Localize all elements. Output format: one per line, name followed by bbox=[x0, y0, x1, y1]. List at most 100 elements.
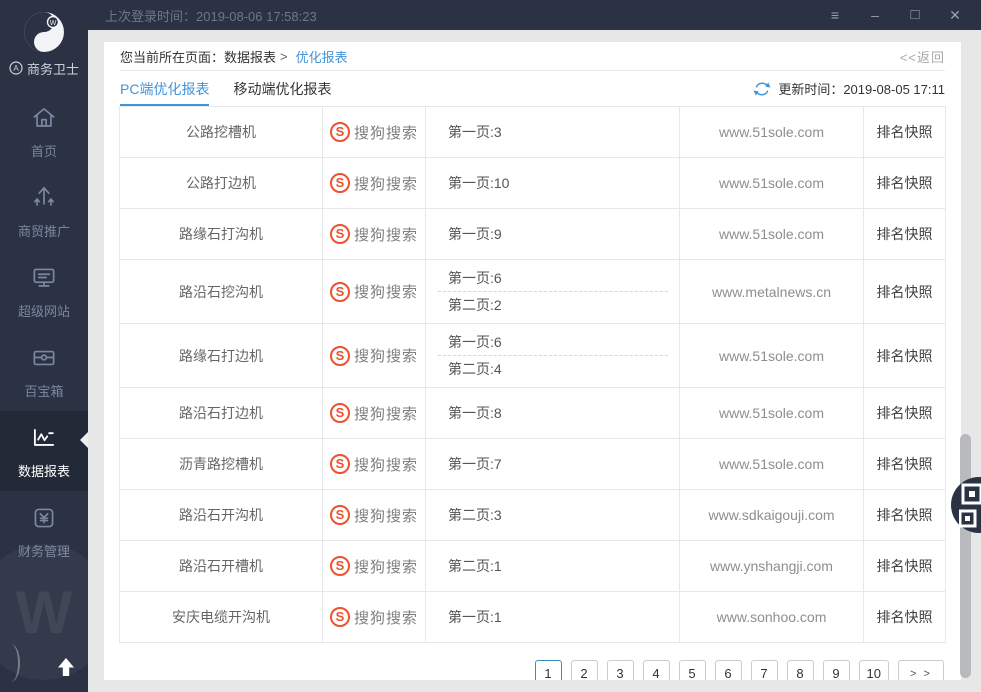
refresh-icon[interactable] bbox=[753, 80, 771, 98]
vertical-scrollbar[interactable] bbox=[960, 434, 971, 678]
snapshot-link[interactable]: 排名快照 bbox=[864, 490, 946, 541]
keyword-cell: 路沿石开沟机 bbox=[120, 490, 323, 541]
page-button-6[interactable]: 6 bbox=[715, 660, 742, 680]
snapshot-link[interactable]: 排名快照 bbox=[864, 158, 946, 209]
sidebar-item-home[interactable]: 首页 bbox=[0, 91, 88, 171]
breadcrumb-separator: > bbox=[280, 49, 288, 64]
page-button-10[interactable]: 10 bbox=[859, 660, 889, 680]
snapshot-link[interactable]: 排名快照 bbox=[864, 107, 946, 158]
update-time: 更新时间：2019-08-05 17:11 bbox=[778, 79, 945, 98]
menu-icon[interactable]: ≡ bbox=[815, 0, 855, 30]
page-button-8[interactable]: 8 bbox=[787, 660, 814, 680]
site-cell: www.51sole.com bbox=[680, 209, 864, 260]
engine-cell: S搜狗搜索 bbox=[323, 541, 426, 592]
snapshot-link[interactable]: 排名快照 bbox=[864, 388, 946, 439]
engine-cell: S搜狗搜索 bbox=[323, 388, 426, 439]
rank-cell: 第一页:6 第二页:2 bbox=[426, 260, 680, 324]
engine-label: 搜狗搜索 bbox=[354, 505, 418, 526]
rank-value: 第一页:9 bbox=[448, 224, 679, 244]
back-button[interactable]: <<返回 bbox=[900, 47, 945, 66]
table-row: 安庆电缆开沟机 S搜狗搜索 第一页:1 www.sonhoo.com 排名快照 bbox=[120, 592, 946, 643]
sogou-logo: S搜狗搜索 bbox=[330, 173, 418, 194]
qr-code-icon bbox=[959, 483, 981, 529]
page-button-3[interactable]: 3 bbox=[607, 660, 634, 680]
sidebar-item-website[interactable]: 超级网站 bbox=[0, 251, 88, 331]
pagination: 1 2 3 4 5 6 7 8 9 10 > > bbox=[535, 660, 944, 680]
sogou-logo: S搜狗搜索 bbox=[330, 556, 418, 577]
snapshot-link[interactable]: 排名快照 bbox=[864, 439, 946, 490]
sogou-icon: S bbox=[330, 403, 350, 423]
sogou-logo: S搜狗搜索 bbox=[330, 454, 418, 475]
sogou-logo: S搜狗搜索 bbox=[330, 607, 418, 628]
sidebar: W A 商务卫士 首页 bbox=[0, 0, 88, 692]
engine-cell: S搜狗搜索 bbox=[323, 158, 426, 209]
engine-cell: S搜狗搜索 bbox=[323, 439, 426, 490]
maximize-icon[interactable]: □ bbox=[895, 0, 935, 30]
svg-text:A: A bbox=[13, 64, 19, 73]
snapshot-link[interactable]: 排名快照 bbox=[864, 260, 946, 324]
sogou-icon: S bbox=[330, 224, 350, 244]
keyword-cell: 路沿石打边机 bbox=[120, 388, 323, 439]
report-chart-icon bbox=[29, 423, 59, 453]
keyword-cell: 路缘石打沟机 bbox=[120, 209, 323, 260]
rank-value: 第一页:7 bbox=[448, 454, 679, 474]
page-button-5[interactable]: 5 bbox=[679, 660, 706, 680]
breadcrumb-current[interactable]: 优化报表 bbox=[296, 47, 348, 66]
minimize-icon[interactable]: – bbox=[855, 0, 895, 30]
keyword-cell: 安庆电缆开沟机 bbox=[120, 592, 323, 643]
rank-value: 第一页:6 bbox=[448, 332, 679, 352]
rank-value: 第二页:1 bbox=[448, 556, 679, 576]
rank-cell: 第一页:9 bbox=[426, 209, 680, 260]
next-page-button[interactable]: > > bbox=[898, 660, 944, 680]
rank-value: 第一页:6 bbox=[448, 268, 679, 288]
snapshot-link[interactable]: 排名快照 bbox=[864, 324, 946, 388]
rank-cell: 第二页:3 bbox=[426, 490, 680, 541]
decorative-arc bbox=[2, 644, 20, 682]
finance-yuan-icon bbox=[29, 503, 59, 533]
sidebar-item-finance[interactable]: 财务管理 bbox=[0, 491, 88, 571]
table-row: 沥青路挖槽机 S搜狗搜索 第一页:7 www.51sole.com 排名快照 bbox=[120, 439, 946, 490]
main-panel: 您当前所在页面： 数据报表 > 优化报表 <<返回 PC端优化报表 移动端优化报… bbox=[104, 42, 961, 680]
site-cell: www.metalnews.cn bbox=[680, 260, 864, 324]
refresh-area: 更新时间：2019-08-05 17:11 bbox=[753, 71, 945, 106]
engine-cell: S搜狗搜索 bbox=[323, 324, 426, 388]
snapshot-link[interactable]: 排名快照 bbox=[864, 209, 946, 260]
engine-cell: S搜狗搜索 bbox=[323, 260, 426, 324]
tab-mobile-report[interactable]: 移动端优化报表 bbox=[233, 71, 331, 106]
window-controls: ≡ – □ ✕ bbox=[815, 0, 975, 30]
engine-label: 搜狗搜索 bbox=[354, 122, 418, 143]
site-cell: www.sdkaigouji.com bbox=[680, 490, 864, 541]
rank-value: 第二页:4 bbox=[448, 359, 679, 379]
breadcrumb: 您当前所在页面： 数据报表 > 优化报表 <<返回 bbox=[120, 42, 945, 71]
table-row: 公路挖槽机 S搜狗搜索 第一页:3 www.51sole.com 排名快照 bbox=[120, 107, 946, 158]
brand: A 商务卫士 bbox=[0, 59, 88, 77]
sidebar-item-label: 百宝箱 bbox=[24, 381, 63, 400]
home-icon bbox=[29, 103, 59, 133]
sogou-icon: S bbox=[330, 173, 350, 193]
page-button-4[interactable]: 4 bbox=[643, 660, 670, 680]
close-icon[interactable]: ✕ bbox=[935, 0, 975, 30]
rank-divider bbox=[438, 355, 668, 356]
page-button-1[interactable]: 1 bbox=[535, 660, 562, 680]
snapshot-link[interactable]: 排名快照 bbox=[864, 541, 946, 592]
engine-label: 搜狗搜索 bbox=[354, 607, 418, 628]
sidebar-item-promotion[interactable]: 商贸推广 bbox=[0, 171, 88, 251]
sidebar-item-toolbox[interactable]: 百宝箱 bbox=[0, 331, 88, 411]
rank-cell: 第一页:1 bbox=[426, 592, 680, 643]
page-button-9[interactable]: 9 bbox=[823, 660, 850, 680]
engine-cell: S搜狗搜索 bbox=[323, 209, 426, 260]
page-button-2[interactable]: 2 bbox=[571, 660, 598, 680]
keyword-cell: 沥青路挖槽机 bbox=[120, 439, 323, 490]
sidebar-item-data-report[interactable]: 数据报表 bbox=[0, 411, 88, 491]
engine-label: 搜狗搜索 bbox=[354, 345, 418, 366]
rank-cell: 第一页:8 bbox=[426, 388, 680, 439]
sogou-icon: S bbox=[330, 346, 350, 366]
page-button-7[interactable]: 7 bbox=[751, 660, 778, 680]
svg-text:W: W bbox=[50, 20, 57, 27]
tab-pc-report[interactable]: PC端优化报表 bbox=[120, 71, 209, 106]
sogou-logo: S搜狗搜索 bbox=[330, 122, 418, 143]
table-row: 路沿石开沟机 S搜狗搜索 第二页:3 www.sdkaigouji.com 排名… bbox=[120, 490, 946, 541]
rank-cell: 第二页:1 bbox=[426, 541, 680, 592]
scroll-to-top-icon[interactable] bbox=[54, 655, 78, 684]
snapshot-link[interactable]: 排名快照 bbox=[864, 592, 946, 643]
